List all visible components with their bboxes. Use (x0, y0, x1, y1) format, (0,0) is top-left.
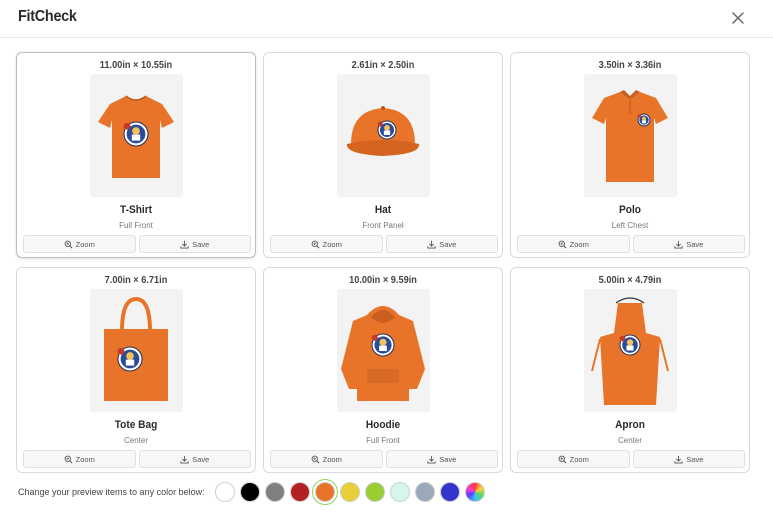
zoom-button[interactable]: Zoom (517, 235, 630, 253)
save-label: Save (192, 239, 210, 249)
save-label: Save (439, 239, 457, 249)
color-swatch-lime[interactable] (364, 482, 385, 502)
print-placement: Full Front (366, 436, 400, 445)
download-icon (674, 455, 683, 464)
product-grid: 11.00in × 10.55in T-Shirt Full Front Zoo… (16, 52, 751, 473)
save-label: Save (686, 454, 704, 464)
save-button[interactable]: Save (138, 450, 251, 468)
zoom-icon (558, 240, 567, 248)
print-dimensions: 2.61in × 2.50in (351, 60, 415, 71)
card-actions: Zoom Save (23, 235, 251, 253)
print-placement: Full Front (119, 221, 153, 230)
color-swatch-white[interactable] (214, 482, 235, 502)
zoom-icon (311, 240, 320, 248)
card-actions: Zoom Save (517, 450, 745, 468)
card-actions: Zoom Save (517, 235, 745, 253)
card-actions: Zoom Save (270, 450, 498, 468)
save-button[interactable]: Save (632, 235, 745, 253)
download-icon (180, 240, 189, 249)
zoom-icon (64, 240, 73, 248)
tshirt-mockup (98, 95, 174, 178)
zoom-button[interactable]: Zoom (23, 450, 136, 468)
zoom-button[interactable]: Zoom (23, 235, 136, 253)
product-card-tshirt[interactable]: 11.00in × 10.55in T-Shirt Full Front Zoo… (16, 52, 256, 258)
print-placement: Left Chest (611, 221, 649, 230)
product-name: Hoodie (365, 419, 401, 431)
product-preview-image[interactable] (90, 74, 183, 197)
zoom-label: Zoom (75, 454, 95, 464)
color-swatch-red[interactable] (289, 482, 310, 502)
close-icon (732, 12, 744, 24)
zoom-label: Zoom (322, 239, 342, 249)
product-name: T-Shirt (119, 204, 153, 216)
product-name: Polo (619, 204, 641, 216)
print-dimensions: 10.00in × 9.59in (349, 275, 417, 286)
product-preview-image[interactable] (584, 74, 677, 197)
save-button[interactable]: Save (632, 450, 745, 468)
polo-mockup (592, 90, 668, 182)
card-actions: Zoom Save (23, 450, 251, 468)
save-button[interactable]: Save (385, 450, 498, 468)
save-button[interactable]: Save (385, 235, 498, 253)
zoom-icon (64, 455, 73, 463)
product-name: Apron (615, 419, 645, 431)
color-swatch-black[interactable] (239, 482, 260, 502)
color-swatch-blue[interactable] (439, 482, 460, 502)
download-icon (674, 240, 683, 249)
print-placement: Center (617, 436, 642, 445)
zoom-label: Zoom (75, 239, 95, 249)
app-title: FitCheck (18, 8, 77, 25)
color-swatch-gray[interactable] (264, 482, 285, 502)
zoom-label: Zoom (569, 239, 589, 249)
product-card-apron[interactable]: 5.00in × 4.79in Apron Center Zoom Save (510, 267, 750, 473)
tote-mockup (104, 296, 168, 401)
color-swatch-mint[interactable] (389, 482, 410, 502)
apron-mockup (591, 297, 669, 405)
save-button[interactable]: Save (138, 235, 251, 253)
hat-mockup (346, 106, 420, 156)
print-dimensions: 3.50in × 3.36in (598, 60, 662, 71)
product-card-polo[interactable]: 3.50in × 3.36in Polo Left Chest Zoom Sav… (510, 52, 750, 258)
print-placement: Center (123, 436, 148, 445)
product-name: Tote Bag (114, 419, 158, 431)
download-icon (427, 455, 436, 464)
product-preview-image[interactable] (584, 289, 677, 412)
product-name: Hat (374, 204, 392, 216)
product-preview-image[interactable] (90, 289, 183, 412)
zoom-button[interactable]: Zoom (270, 235, 383, 253)
color-picker-label: Change your preview items to any color b… (18, 487, 205, 497)
print-dimensions: 11.00in × 10.55in (99, 60, 173, 71)
download-icon (180, 455, 189, 464)
color-picker-row: Change your preview items to any color b… (18, 482, 485, 502)
color-swatches (214, 482, 485, 502)
print-dimensions: 5.00in × 4.79in (598, 275, 662, 286)
zoom-icon (311, 455, 320, 463)
close-button[interactable] (729, 9, 747, 27)
print-dimensions: 7.00in × 6.71in (104, 275, 168, 286)
product-preview-image[interactable] (337, 289, 430, 412)
zoom-label: Zoom (569, 454, 589, 464)
product-card-hat[interactable]: 2.61in × 2.50in Hat Front Panel Zoom Sav… (263, 52, 503, 258)
download-icon (427, 240, 436, 249)
color-swatch-slate[interactable] (414, 482, 435, 502)
product-card-hoodie[interactable]: 10.00in × 9.59in Hoodie Full Front Zoom … (263, 267, 503, 473)
save-label: Save (192, 454, 210, 464)
zoom-icon (558, 455, 567, 463)
color-swatch-yellow[interactable] (339, 482, 360, 502)
hoodie-mockup (341, 306, 425, 401)
modal-header: FitCheck (0, 0, 773, 38)
zoom-button[interactable]: Zoom (517, 450, 630, 468)
save-label: Save (439, 454, 457, 464)
card-actions: Zoom Save (270, 235, 498, 253)
product-preview-image[interactable] (337, 74, 430, 197)
color-swatch-rainbow[interactable] (464, 482, 485, 502)
save-label: Save (686, 239, 704, 249)
print-placement: Front Panel (362, 221, 404, 230)
zoom-label: Zoom (322, 454, 342, 464)
product-card-tote[interactable]: 7.00in × 6.71in Tote Bag Center Zoom Sav… (16, 267, 256, 473)
color-swatch-orange[interactable] (314, 482, 335, 502)
zoom-button[interactable]: Zoom (270, 450, 383, 468)
